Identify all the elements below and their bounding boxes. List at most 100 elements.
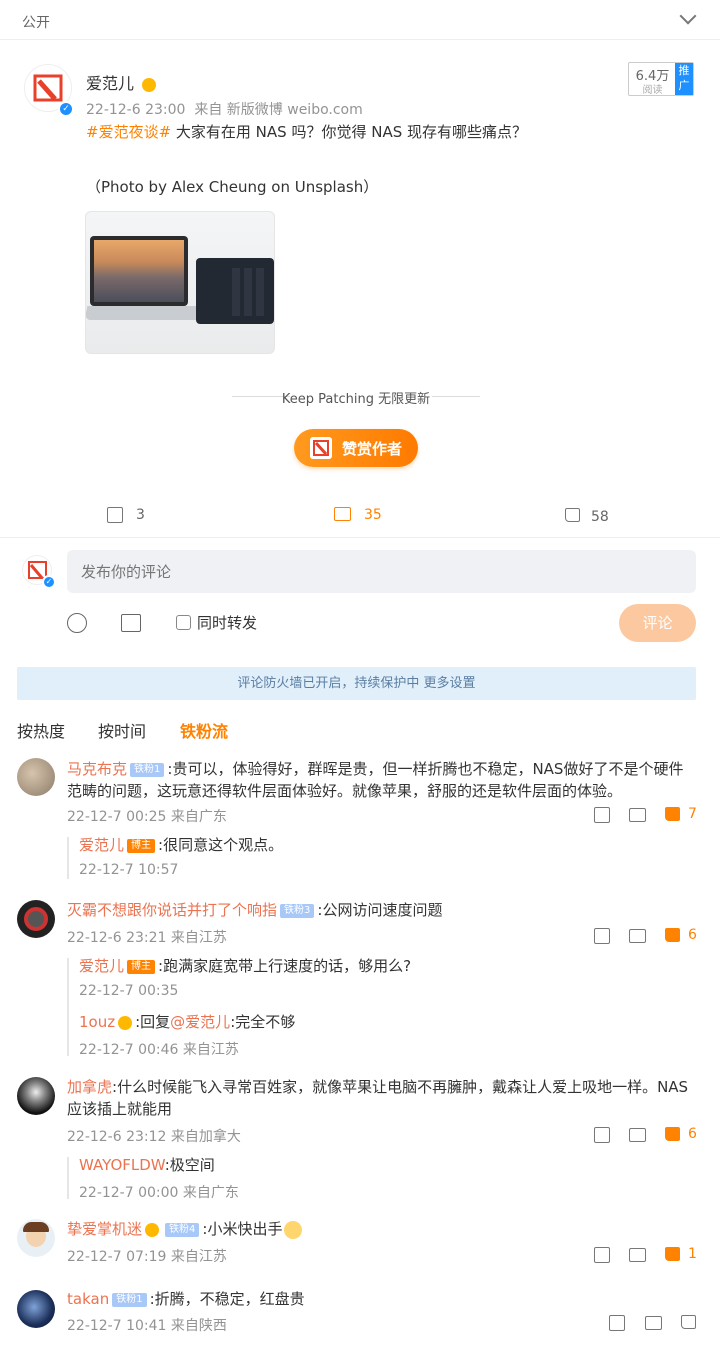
post-body: 大家有在用 NAS 吗？你觉得 NAS 现存有哪些痛点？ — [171, 123, 527, 141]
repost-checkbox[interactable] — [176, 615, 191, 630]
like-icon[interactable] — [665, 807, 680, 821]
comment-like-count[interactable]: 7 — [688, 806, 697, 822]
share-icon[interactable] — [594, 928, 610, 944]
promote-button[interactable]: 推广 — [675, 63, 693, 95]
like-icon[interactable] — [665, 1127, 680, 1141]
post-image[interactable] — [85, 211, 275, 354]
reply-meta: 22-12-7 00:00 来自广东 — [79, 1185, 239, 1201]
reply-line — [67, 1157, 69, 1199]
reply-text: WAYOFLDW:极空间 — [79, 1154, 215, 1176]
fan-badge: 铁粉3 — [280, 903, 315, 918]
post-time[interactable]: 22-12-6 23:00 — [86, 102, 185, 118]
comment-input[interactable] — [67, 550, 696, 593]
avatar[interactable] — [17, 1290, 55, 1328]
share-icon[interactable] — [594, 1127, 610, 1143]
image-upload-icon[interactable] — [121, 614, 141, 632]
reply-icon[interactable] — [645, 1316, 662, 1330]
comment-icon[interactable] — [334, 507, 351, 521]
author-name[interactable]: 爱范儿 — [86, 70, 159, 94]
visibility-bar: 公开 — [0, 0, 720, 40]
like-icon[interactable] — [665, 928, 680, 942]
comment-user[interactable]: 挚爱掌机迷 — [67, 1220, 142, 1238]
share-icon[interactable] — [594, 1247, 610, 1263]
avatar[interactable] — [17, 1077, 55, 1115]
submit-comment-button[interactable]: 评论 — [619, 604, 696, 642]
tab-hot[interactable]: 按热度 — [17, 718, 65, 742]
comment-text: 挚爱掌机迷 铁粉4:小米快出手 — [67, 1218, 697, 1240]
share-icon[interactable] — [609, 1315, 625, 1331]
reply-body-2: :完全不够 — [230, 1013, 296, 1031]
reply-text: 1ouz :回复@爱范儿:完全不够 — [79, 1011, 295, 1033]
verified-icon-small: ✓ — [42, 575, 56, 589]
reads-box[interactable]: 6.4万 阅读 推广 — [628, 62, 694, 96]
post-meta: 22-12-6 23:00 来自 新版微博 weibo.com — [86, 99, 363, 119]
comment-user[interactable]: takan — [67, 1290, 109, 1308]
avatar[interactable] — [17, 900, 55, 938]
ifanr-small-icon — [310, 437, 332, 459]
reply-body: :极空间 — [164, 1156, 215, 1174]
comment-body: :什么时候能飞入寻常百姓家，就像苹果让电脑不再臃肿，戴森让人爱上吸地一样。NAS… — [67, 1078, 689, 1118]
tab-time[interactable]: 按时间 — [98, 718, 146, 742]
reply-body: :回复 — [135, 1013, 171, 1031]
reply-line — [67, 958, 69, 1056]
reply-user[interactable]: 爱范儿 — [79, 836, 124, 854]
divider — [0, 537, 720, 538]
cat-emoji-icon — [284, 1220, 303, 1239]
comment-like-count[interactable]: 6 — [688, 927, 697, 943]
chevron-down-icon[interactable] — [679, 7, 697, 25]
crown-icon — [118, 1015, 133, 1030]
nas-device — [196, 258, 274, 324]
reply-body: :跑满家庭宽带上行速度的话，够用么? — [158, 957, 412, 975]
share-icon[interactable] — [107, 507, 123, 523]
emoji-icon[interactable] — [67, 613, 87, 633]
comment-count[interactable]: 35 — [364, 507, 382, 523]
avatar[interactable] — [17, 758, 55, 796]
reply-meta: 22-12-7 00:46 来自江苏 — [79, 1042, 239, 1058]
reply-icon[interactable] — [629, 1128, 646, 1142]
mention-link[interactable]: @爱范儿 — [170, 1013, 230, 1031]
crown-icon — [145, 1222, 160, 1237]
like-icon[interactable] — [665, 1247, 680, 1261]
comment-user[interactable]: 加拿虎 — [67, 1078, 112, 1096]
reply-icon[interactable] — [629, 1248, 646, 1262]
reward-label: 赞赏作者 — [342, 440, 403, 458]
comment-text: 马克布克 铁粉1:贵可以，体验得好，群晖是贵，但一样折腾也不稳定，NAS做好了不是… — [67, 758, 697, 802]
reply-user[interactable]: WAYOFLDW — [79, 1156, 165, 1174]
verified-icon: ✓ — [58, 101, 74, 117]
share-count[interactable]: 3 — [136, 507, 145, 523]
avatar[interactable] — [17, 1219, 55, 1257]
share-icon[interactable] — [594, 807, 610, 823]
comment-like-count[interactable]: 1 — [688, 1246, 697, 1262]
fan-badge: 铁粉1 — [112, 1292, 147, 1307]
like-icon[interactable] — [565, 508, 580, 522]
like-count[interactable]: 58 — [591, 509, 609, 525]
crown-icon — [142, 77, 157, 92]
reward-button[interactable]: 赞赏作者 — [294, 429, 418, 467]
firewall-notice[interactable]: 评论防火墙已开启，持续保护中 更多设置 — [17, 667, 696, 700]
laptop-screen — [90, 236, 188, 306]
reply-icon[interactable] — [629, 929, 646, 943]
host-badge: 博主 — [127, 838, 156, 853]
reply-icon[interactable] — [629, 808, 646, 822]
comment-meta: 22-12-7 10:41 来自陕西 — [67, 1318, 227, 1334]
comment-like-count[interactable]: 6 — [688, 1126, 697, 1142]
like-icon[interactable] — [681, 1315, 696, 1329]
repost-label[interactable]: 同时转发 — [197, 612, 257, 633]
comment-body: :折腾，不稳定，红盘贵 — [149, 1290, 305, 1308]
post-text: #爱范夜谈# 大家有在用 NAS 吗？你觉得 NAS 现存有哪些痛点？ — [86, 121, 686, 143]
topic-link[interactable]: #爱范夜谈# — [86, 123, 171, 141]
comment-text: 灭霸不想跟你说话并打了个响指 铁粉3:公网访问速度问题 — [67, 899, 697, 921]
comment-user[interactable]: 马克布克 — [67, 760, 127, 778]
post-source: 来自 新版微博 weibo.com — [194, 102, 363, 118]
divider-right — [432, 396, 480, 397]
comment-meta: 22-12-6 23:12 来自加拿大 — [67, 1129, 241, 1145]
reply-user[interactable]: 1ouz — [79, 1013, 115, 1031]
tab-fans[interactable]: 铁粉流 — [180, 718, 228, 742]
comment-user[interactable]: 灭霸不想跟你说话并打了个响指 — [67, 901, 277, 919]
comment-text: 加拿虎:什么时候能飞入寻常百姓家，就像苹果让电脑不再臃肿，戴森让人爱上吸地一样。… — [67, 1076, 697, 1120]
comment-body: :公网访问速度问题 — [317, 901, 443, 919]
comment-meta: 22-12-7 00:25 来自广东 — [67, 809, 227, 825]
comment-meta: 22-12-6 23:21 来自江苏 — [67, 930, 227, 946]
reply-user[interactable]: 爱范儿 — [79, 957, 124, 975]
reads-label: 阅读 — [642, 85, 663, 96]
